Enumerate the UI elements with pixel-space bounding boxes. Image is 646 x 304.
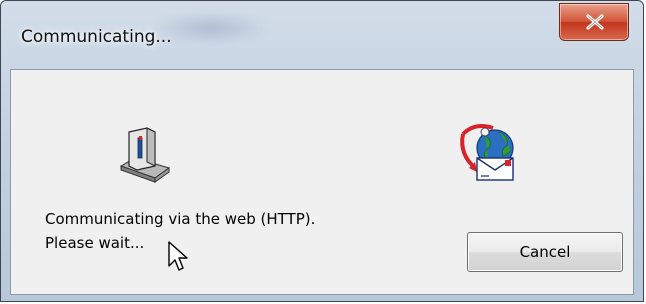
cancel-button[interactable]: Cancel (467, 232, 623, 272)
close-icon (586, 14, 604, 30)
wait-message: Please wait... (45, 234, 145, 252)
globe-mail-icon (460, 124, 514, 181)
window-title: Communicating... (21, 27, 172, 47)
computer-disk-icon (119, 127, 171, 183)
mouse-cursor-icon (168, 241, 188, 271)
dialog-client-area: Communicating via the web (HTTP). Please… (10, 69, 634, 295)
title-bar[interactable]: Communicating... (1, 1, 643, 69)
status-message: Communicating via the web (HTTP). (45, 210, 316, 228)
dialog-window: Communicating... Communicating via the w… (0, 0, 644, 302)
close-button[interactable] (559, 3, 629, 41)
